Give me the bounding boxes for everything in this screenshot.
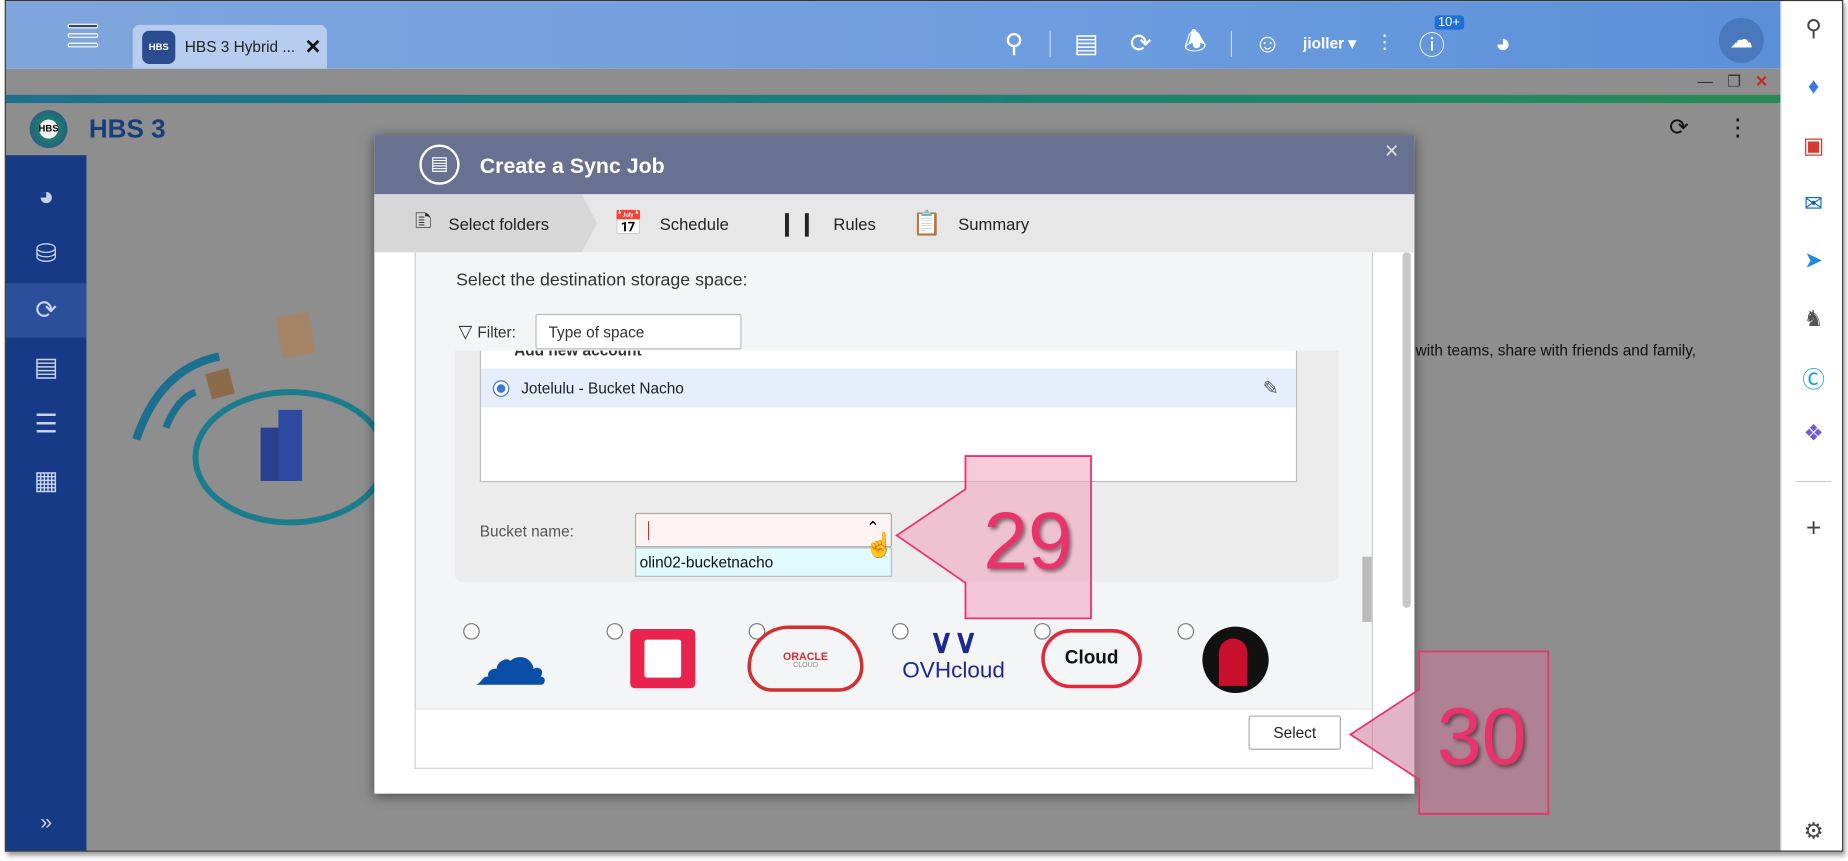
annotation-number-30: 30 <box>1436 691 1527 782</box>
annotation-layer <box>895 455 1550 815</box>
annotation-number-29: 29 <box>983 496 1073 587</box>
